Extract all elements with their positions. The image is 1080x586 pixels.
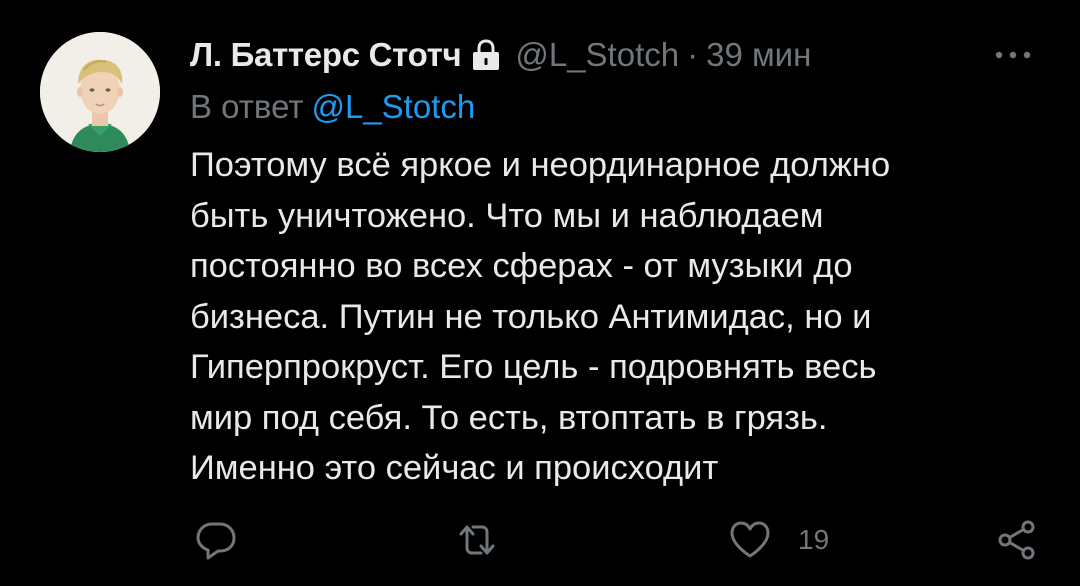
reply-button[interactable] [194,515,264,565]
display-name[interactable]: Л. Баттерс Стотч [190,36,462,74]
tweet-header: Л. Баттерс Стотч @L_Stotch · 39 мин [190,34,811,76]
reply-prefix: В ответ [190,88,304,125]
tweet-text-line: Гиперпрокруст. Его цель - подровнять вес… [190,348,877,386]
like-count: 19 [798,524,830,555]
tweet-text-line: Именно это сейчас и происходит [190,449,719,487]
like-button[interactable]: 19 [728,515,829,565]
tweet-text-line: постоянно во всех сферах - от музыки до [190,247,853,285]
more-horizontal-icon[interactable] [985,45,1041,65]
reply-context: В ответ @L_Stotch [190,88,475,126]
separator-dot: · [687,36,699,73]
share-button[interactable] [995,515,1039,565]
share-icon [995,518,1039,562]
tweet[interactable]: Л. Баттерс Стотч @L_Stotch · 39 мин В от… [0,0,1080,586]
tweet-actions: 19 [0,515,1080,565]
avatar[interactable] [40,32,160,152]
lock-icon [469,38,503,72]
heart-icon [728,518,772,562]
reply-icon [194,518,238,562]
retweet-button[interactable] [455,515,525,565]
tweet-text-line: мир под себя. То есть, втоптать в грязь. [190,398,828,437]
tweet-time[interactable]: 39 мин [706,36,811,74]
user-handle[interactable]: @L_Stotch [515,36,679,74]
retweet-icon [455,518,499,562]
tweet-text-line: быть уничтожено. Что мы и наблюдаем [190,196,824,235]
avatar-illustration [40,32,160,152]
reply-mention-link[interactable]: @L_Stotch [311,88,475,125]
tweet-text-line: бизнеса. Путин не только Антимидас, но и [190,297,872,336]
tweet-text: Поэтому всё яркое и неординарное должно … [190,140,1050,494]
tweet-text-line: Поэтому всё яркое и неординарное должно [190,146,891,184]
